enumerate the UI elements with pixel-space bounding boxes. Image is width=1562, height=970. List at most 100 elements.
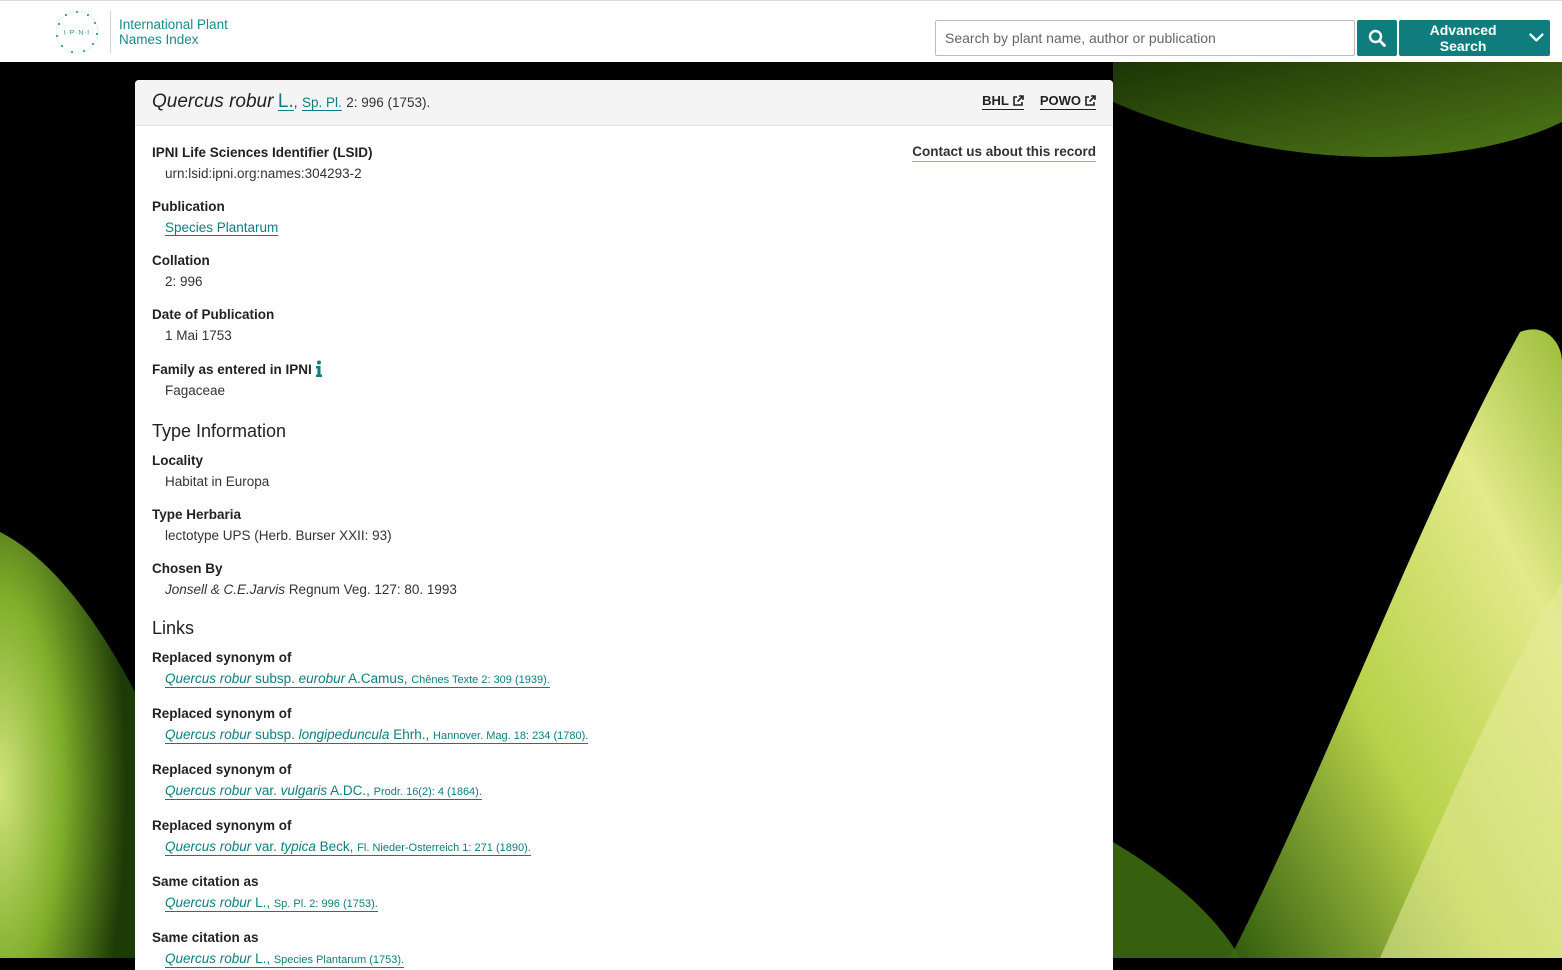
related-rank: var. <box>255 783 277 798</box>
related-author: A.DC., <box>330 783 370 798</box>
publication-value: Species Plantarum <box>165 219 1096 236</box>
external-link-icon <box>1013 94 1024 106</box>
family-label-row: Family as entered in IPNI <box>152 360 1096 378</box>
link-relation-label: Same citation as <box>152 874 259 889</box>
related-name: Quercus robur <box>165 839 252 854</box>
related-epithet: eurobur <box>298 671 346 686</box>
locality-field: Locality Habitat in Europa <box>152 452 1096 490</box>
related-name: Quercus robur <box>165 895 252 910</box>
svg-text:I·P·N·I: I·P·N·I <box>64 30 90 37</box>
collation-label: Collation <box>152 253 210 268</box>
link-item: Replaced synonym of Quercus robur var. t… <box>152 817 1096 857</box>
related-epithet: vulgaris <box>280 783 328 798</box>
related-citation: Hannover. Mag. 18: 234 (1780). <box>433 730 589 742</box>
chosen-by-authors: Jonsell & C.E.Jarvis <box>165 582 286 597</box>
advanced-search-button[interactable]: Advanced Search <box>1399 20 1550 56</box>
publication-value-link[interactable]: Species Plantarum <box>165 220 278 235</box>
record-body: Contact us about this record IPNI Life S… <box>135 126 1113 969</box>
link-value: Quercus robur L., Sp. Pl. 2: 996 (1753). <box>165 894 1096 913</box>
info-icon[interactable] <box>315 360 323 378</box>
link-item: Same citation as Quercus robur L., Sp. P… <box>152 873 1096 913</box>
type-herbaria-field: Type Herbaria lectotype UPS (Herb. Burse… <box>152 506 1096 544</box>
link-item: Replaced synonym of Quercus robur subsp.… <box>152 649 1096 689</box>
date-label: Date of Publication <box>152 307 275 322</box>
family-value: Fagaceae <box>165 383 226 398</box>
logo-divider <box>110 11 111 53</box>
related-citation: Prodr. 16(2): 4 (1864). <box>373 786 482 798</box>
chevron-down-icon <box>1529 33 1544 42</box>
related-citation: Species Plantarum (1753). <box>273 954 405 966</box>
locality-label: Locality <box>152 453 204 468</box>
title-comma: , <box>293 95 298 110</box>
ipni-logo-icon[interactable]: I·P·N·I <box>54 9 100 55</box>
related-author: Ehrh., <box>393 727 430 742</box>
links-list: Replaced synonym of Quercus robur subsp.… <box>152 649 1096 969</box>
related-citation: Fl. Nieder-Osterreich 1: 271 (1890). <box>357 842 531 854</box>
link-value: Quercus robur subsp. longipeduncula Ehrh… <box>165 726 1096 745</box>
links-heading: Links <box>152 618 195 638</box>
site-name-line2: Names Index <box>119 32 199 47</box>
collation-value: 2: 996 <box>165 274 203 289</box>
type-information-heading: Type Information <box>152 421 287 441</box>
related-epithet: typica <box>280 839 316 854</box>
related-name: Quercus robur <box>165 951 252 966</box>
link-relation-label: Replaced synonym of <box>152 762 292 777</box>
record-card: Quercus robur L., Sp. Pl. 2: 996 (1753).… <box>135 80 1113 970</box>
date-value: 1 Mai 1753 <box>165 328 232 343</box>
bhl-link[interactable]: BHL <box>982 93 1024 110</box>
bhl-link-label: BHL <box>982 93 1009 108</box>
search-button[interactable] <box>1357 20 1397 56</box>
related-author: L., <box>255 951 271 966</box>
author-link[interactable]: L. <box>278 91 294 112</box>
link-relation-label: Replaced synonym of <box>152 818 292 833</box>
title-collation: 2: 996 (1753). <box>346 95 431 110</box>
family-label: Family as entered in IPNI <box>152 361 312 377</box>
related-author: L., <box>255 895 271 910</box>
locality-value: Habitat in Europa <box>165 474 270 489</box>
link-relation-label: Replaced synonym of <box>152 706 292 721</box>
contact-link[interactable]: Contact us about this record <box>912 144 1096 162</box>
link-item: Replaced synonym of Quercus robur subsp.… <box>152 705 1096 745</box>
external-links: BHL POWO <box>982 93 1096 110</box>
date-field: Date of Publication 1 Mai 1753 <box>152 306 1096 344</box>
powo-link-label: POWO <box>1039 93 1081 108</box>
chosen-by-field: Chosen By Jonsell & C.E.Jarvis Regnum Ve… <box>152 560 1096 598</box>
search-input[interactable] <box>935 20 1355 56</box>
family-field: Family as entered in IPNI Fagaceae <box>152 360 1096 399</box>
related-citation: Sp. Pl. 2: 996 (1753). <box>273 898 378 910</box>
related-name: Quercus robur <box>165 671 252 686</box>
publication-link[interactable]: Sp. Pl. <box>302 95 342 110</box>
related-author: Beck, <box>319 839 354 854</box>
related-epithet: longipeduncula <box>298 727 390 742</box>
lsid-value: urn:lsid:ipni.org:names:304293-2 <box>165 166 362 181</box>
link-relation-label: Same citation as <box>152 930 259 945</box>
link-value: Quercus robur var. vulgaris A.DC., Prodr… <box>165 782 1096 801</box>
record-title: Quercus robur L., Sp. Pl. 2: 996 (1753). <box>152 91 430 113</box>
publication-label: Publication <box>152 199 225 214</box>
related-name: Quercus robur <box>165 783 252 798</box>
related-name-link[interactable]: Quercus robur subsp. longipeduncula Ehrh… <box>165 727 589 744</box>
chosen-by-label: Chosen By <box>152 561 223 576</box>
related-name-link[interactable]: Quercus robur L., Sp. Pl. 2: 996 (1753). <box>165 895 378 912</box>
link-item: Replaced synonym of Quercus robur var. v… <box>152 761 1096 801</box>
related-rank: var. <box>255 839 277 854</box>
related-rank: subsp. <box>255 727 295 742</box>
related-name-link[interactable]: Quercus robur var. vulgaris A.DC., Prodr… <box>165 783 482 800</box>
link-value: Quercus robur subsp. eurobur A.Camus, Ch… <box>165 670 1096 689</box>
site-name[interactable]: International Plant Names Index <box>119 17 228 47</box>
link-item: Same citation as Quercus robur L., Speci… <box>152 929 1096 969</box>
related-author: A.Camus, <box>348 671 408 686</box>
record-header: Quercus robur L., Sp. Pl. 2: 996 (1753).… <box>135 80 1113 126</box>
powo-link[interactable]: POWO <box>1039 93 1096 110</box>
link-relation-label: Replaced synonym of <box>152 650 292 665</box>
chosen-by-reference: Regnum Veg. 127: 80. 1993 <box>288 582 457 597</box>
type-herbaria-value: lectotype UPS (Herb. Burser XXII: 93) <box>165 528 392 543</box>
related-name-link[interactable]: Quercus robur subsp. eurobur A.Camus, Ch… <box>165 671 550 688</box>
link-value: Quercus robur L., Species Plantarum (175… <box>165 950 1096 969</box>
related-name-link[interactable]: Quercus robur L., Species Plantarum (175… <box>165 951 405 968</box>
link-value: Quercus robur var. typica Beck, Fl. Nied… <box>165 838 1096 857</box>
related-name: Quercus robur <box>165 727 252 742</box>
related-name-link[interactable]: Quercus robur var. typica Beck, Fl. Nied… <box>165 839 531 856</box>
type-herbaria-label: Type Herbaria <box>152 507 242 522</box>
external-link-icon <box>1085 94 1096 106</box>
